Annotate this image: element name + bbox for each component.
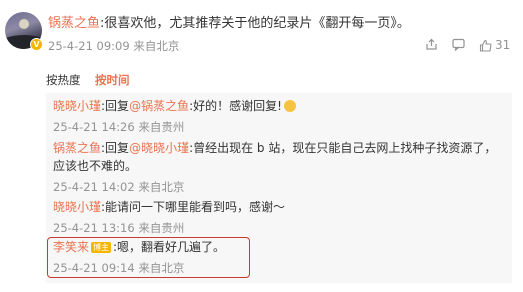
reply-time: 25-4-21 13:16 bbox=[53, 221, 135, 235]
reply-author[interactable]: 锅蒸之鱼 bbox=[53, 141, 101, 155]
like-button[interactable]: 31 bbox=[479, 38, 510, 52]
sort-by-time[interactable]: 按时间 bbox=[95, 72, 130, 88]
reply-meta: 25-4-21 13:16 来自贵州 bbox=[53, 220, 184, 236]
reply-text: :能请问一下哪里能看到吗，感谢～ bbox=[101, 200, 286, 214]
reply-location: 来自北京 bbox=[138, 180, 185, 194]
comment-icon bbox=[452, 38, 465, 51]
reply-author[interactable]: 晓晓小瑾 bbox=[53, 99, 101, 113]
reply-item: 晓晓小瑾:能请问一下哪里能看到吗，感谢～ bbox=[53, 198, 285, 216]
reply-item: 晓晓小瑾:回复@锅蒸之鱼:好的！感谢回复! bbox=[53, 97, 296, 115]
comment-text: :很喜欢他，尤其推荐关于他的纪录片《翻开每一页》。 bbox=[100, 16, 410, 31]
reply-location: 来自贵州 bbox=[138, 221, 185, 235]
reply-text: :好的！感谢回复! bbox=[189, 99, 282, 113]
reply-prefix: :回复 bbox=[101, 141, 130, 155]
comment-time: 25-4-21 09:09 bbox=[48, 39, 130, 53]
reply-meta: 25-4-21 14:02 来自北京 bbox=[53, 179, 184, 195]
reply-text-line1: :曾经出现在 b 站，现在只能自己去网上找种子找资源了， bbox=[189, 141, 497, 155]
reply-location: 来自贵州 bbox=[138, 120, 185, 134]
reply-mention[interactable]: @锅蒸之鱼 bbox=[129, 99, 189, 113]
avatar-moon bbox=[19, 19, 29, 29]
reply-prefix: :回复 bbox=[101, 99, 130, 113]
reply-button[interactable] bbox=[452, 38, 465, 51]
comment-author[interactable]: 锅蒸之鱼 bbox=[48, 16, 100, 31]
reply-meta: 25-4-21 14:26 来自贵州 bbox=[53, 119, 184, 135]
comment-meta: 25-4-21 09:09 来自北京 bbox=[48, 38, 179, 54]
reply-time: 25-4-21 14:26 bbox=[53, 120, 135, 134]
comment-location: 来自北京 bbox=[133, 39, 180, 53]
reply-time: 25-4-21 14:02 bbox=[53, 180, 135, 194]
reply-text-line2: 应该也不难的。 bbox=[53, 159, 138, 173]
like-count: 31 bbox=[495, 38, 511, 52]
thumbs-up-icon bbox=[479, 39, 492, 52]
share-button[interactable] bbox=[425, 38, 438, 51]
laughing-emoji-icon bbox=[283, 100, 296, 112]
comment-body: 锅蒸之鱼:很喜欢他，尤其推荐关于他的纪录片《翻开每一页》。 bbox=[48, 12, 410, 31]
sort-by-hot[interactable]: 按热度 bbox=[46, 72, 81, 88]
reply-author[interactable]: 晓晓小瑾 bbox=[53, 200, 101, 214]
share-icon bbox=[426, 38, 437, 50]
reply-mention[interactable]: @晓晓小瑾 bbox=[129, 141, 189, 155]
reply-item: 锅蒸之鱼:回复@晓晓小瑾:曾经出现在 b 站，现在只能自己去网上找种子找资源了， bbox=[53, 139, 496, 157]
highlight-box bbox=[47, 237, 250, 278]
vip-badge-icon: V bbox=[30, 38, 43, 51]
